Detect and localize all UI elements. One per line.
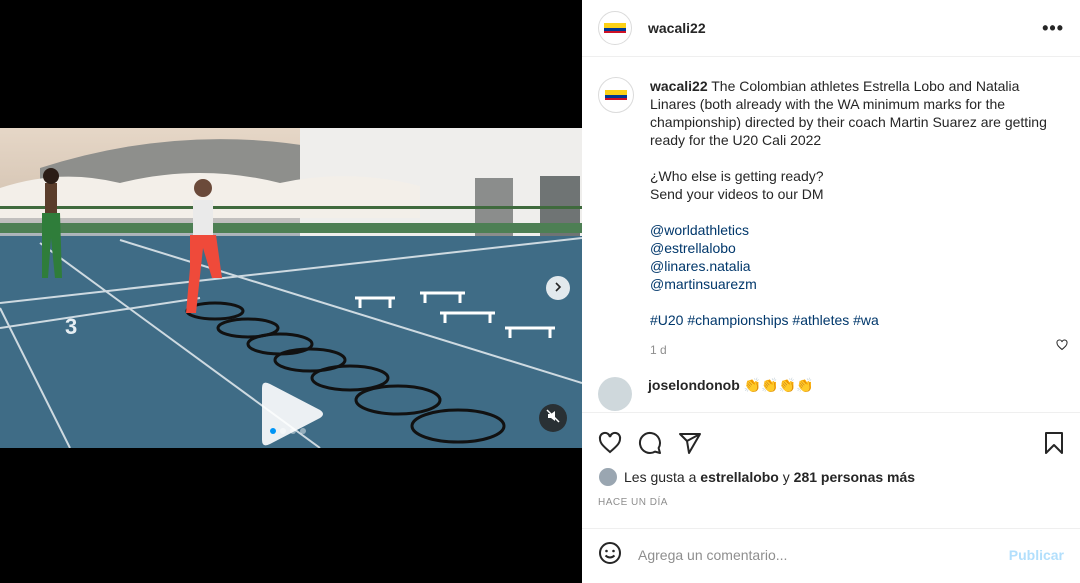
avatar: [598, 467, 618, 487]
carousel-dot: [290, 428, 296, 434]
caption-username[interactable]: wacali22: [650, 78, 708, 94]
carousel-dot: [280, 428, 286, 434]
caption-text: The Colombian athletes Estrella Lobo and…: [650, 78, 1047, 148]
comment-icon[interactable]: [638, 431, 662, 460]
carousel-dot: [270, 428, 276, 434]
more-options-icon[interactable]: •••: [1042, 18, 1064, 39]
avatar[interactable]: [598, 377, 632, 411]
logo-icon: [604, 23, 626, 33]
hashtags[interactable]: #U20 #championships #athletes #wa: [650, 311, 1064, 329]
play-button[interactable]: [256, 378, 328, 448]
post-header: wacali22 •••: [582, 0, 1080, 57]
publish-button[interactable]: Publicar: [1009, 547, 1064, 563]
likes-summary: Les gusta a estrellalobo y 281 personas …: [582, 467, 1080, 487]
post-details-panel: wacali22 ••• wacali22 The Colombian athl…: [582, 0, 1080, 583]
share-icon[interactable]: [678, 431, 702, 460]
action-bar: Les gusta a estrellalobo y 281 personas …: [582, 412, 1080, 528]
liked-by-user[interactable]: estrellalobo: [700, 469, 779, 485]
caption-time: 1 d: [650, 343, 667, 357]
like-icon[interactable]: [598, 431, 622, 460]
next-slide-button[interactable]: [546, 276, 570, 300]
comment-input[interactable]: [638, 547, 1009, 563]
emoji-icon[interactable]: [598, 541, 622, 570]
likes-count[interactable]: 281 personas más: [794, 469, 915, 485]
comments-area: wacali22 The Colombian athletes Estrella…: [582, 57, 1080, 412]
mention-link[interactable]: @linares.natalia: [650, 257, 1064, 275]
mention-link[interactable]: @martinsuarezm: [650, 275, 1064, 293]
post-username[interactable]: wacali22: [648, 20, 706, 36]
muted-speaker-icon: [546, 408, 560, 428]
avatar[interactable]: [598, 11, 632, 45]
chevron-right-icon: [553, 279, 563, 297]
avatar[interactable]: [598, 77, 634, 113]
caption-line: ¿Who else is getting ready?: [650, 168, 824, 184]
likes-prefix: Les gusta a: [624, 469, 697, 485]
caption-body: wacali22 The Colombian athletes Estrella…: [650, 77, 1064, 359]
carousel-dot: [300, 428, 306, 434]
like-comment-icon[interactable]: [1056, 338, 1068, 356]
caption: wacali22 The Colombian athletes Estrella…: [598, 77, 1064, 359]
bookmark-icon[interactable]: [1044, 431, 1064, 460]
caption-line: Send your videos to our DM: [650, 186, 824, 202]
post-timestamp: HACE UN DÍA: [598, 497, 668, 508]
media-area: 3: [0, 0, 582, 583]
comment-text: 👏👏👏👏: [743, 377, 814, 393]
post-video[interactable]: 3: [0, 128, 582, 448]
mention-link[interactable]: @worldathletics: [650, 221, 1064, 239]
likes-conj: y: [782, 469, 790, 485]
comment: joselondonob 👏👏👏👏: [598, 377, 1064, 411]
mention-link[interactable]: @estrellalobo: [650, 239, 1064, 257]
svg-text:3: 3: [65, 314, 77, 339]
add-comment-bar: Publicar: [582, 528, 1080, 581]
mute-toggle-button[interactable]: [539, 404, 567, 432]
carousel-indicator: [270, 428, 306, 434]
comment-username[interactable]: joselondonob: [648, 377, 740, 393]
logo-icon: [605, 90, 627, 100]
